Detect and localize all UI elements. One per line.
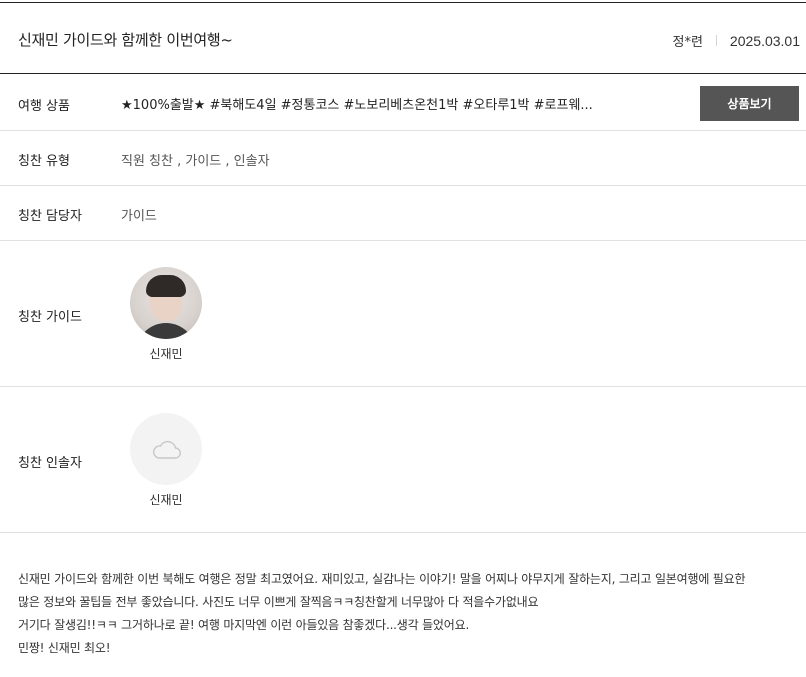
praise-guide-label: 칭찬 가이드 — [18, 310, 82, 325]
leader-name: 신재민 — [149, 493, 183, 507]
review-title: 신재민 가이드와 함께한 이번여행~ — [18, 31, 233, 49]
praise-leader-label: 칭찬 인솔자 — [18, 456, 82, 471]
guide-name: 신재민 — [149, 347, 183, 361]
praise-leader-row: 칭찬 인솔자 신재민 — [0, 387, 806, 533]
product-label: 여행 상품 — [18, 99, 70, 114]
praise-type-label: 칭찬 유형 — [18, 154, 70, 169]
leader-avatar — [130, 413, 202, 485]
leader-profile[interactable]: 신재민 — [130, 413, 202, 508]
review-body-line: 많은 정보와 꿀팁들 전부 좋았습니다. 사진도 너무 이쁘게 잘찍음ㅋㅋ칭찬할… — [18, 595, 539, 609]
praise-type-value: 직원 칭찬 , 가이드 , 인솔자 — [121, 154, 270, 169]
product-row: 여행 상품 ★100%출발★ #북해도4일 #정통코스 #노보리베츠온천1박 #… — [0, 75, 806, 131]
review-body-line: 민짱! 신재민 최오! — [18, 641, 111, 655]
praise-staff-label: 칭찬 담당자 — [18, 209, 82, 224]
review-header: 신재민 가이드와 함께한 이번여행~ 정*련 2025.03.01 — [0, 2, 806, 74]
review-date: 2025.03.01 — [729, 32, 800, 49]
cloud-icon — [153, 440, 181, 459]
review-body-line: 거기다 잘생김!!ㅋㅋ 그거하나로 끝! 여행 마지막엔 이런 아들있음 참좋겠… — [18, 618, 470, 632]
review-author: 정*련 — [672, 35, 703, 50]
praise-staff-value: 가이드 — [121, 209, 157, 224]
review-body: 신재민 가이드와 함께한 이번 북해도 여행은 정말 최고였어요. 재미있고, … — [18, 568, 796, 660]
guide-profile[interactable]: 신재민 — [130, 267, 202, 362]
review-body-line: 신재민 가이드와 함께한 이번 북해도 여행은 정말 최고였어요. 재미있고, … — [18, 572, 746, 586]
meta-divider — [715, 35, 717, 46]
guide-avatar — [130, 267, 202, 339]
praise-staff-row: 칭찬 담당자 가이드 — [0, 186, 806, 241]
praise-type-row: 칭찬 유형 직원 칭찬 , 가이드 , 인솔자 — [0, 131, 806, 186]
product-name[interactable]: ★100%출발★ #북해도4일 #정통코스 #노보리베츠온천1박 #오타루1박 … — [121, 94, 593, 113]
praise-guide-row: 칭찬 가이드 신재민 — [0, 241, 806, 387]
view-product-button[interactable]: 상품보기 — [700, 86, 799, 121]
review-meta: 정*련 2025.03.01 — [672, 31, 801, 51]
